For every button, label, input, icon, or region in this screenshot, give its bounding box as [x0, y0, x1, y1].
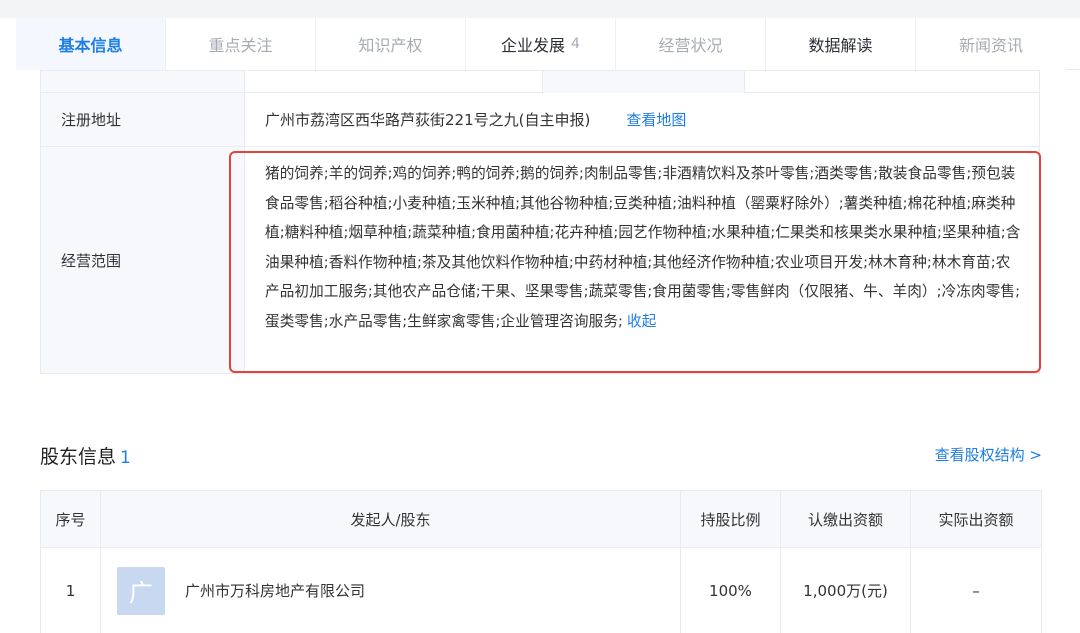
tab-key-focus[interactable]: 重点关注 [166, 18, 316, 70]
shareholder-table: 序号 发起人/股东 持股比例 认缴出资额 实际出资额 1 广 广州市万科房地产有… [40, 490, 1042, 633]
address-label: 注册地址 [41, 93, 245, 146]
tab-data-interpretation[interactable]: 数据解读 [766, 18, 916, 70]
scope-text: 猪的饲养;羊的饲养;鸡的饲养;鸭的饲养;鹅的饲养;肉制品零售;非酒精饮料及茶叶零… [265, 165, 1021, 330]
row-ratio: 100% [681, 548, 781, 633]
company-name-link[interactable]: 广州市万科房地产有限公司 [185, 580, 365, 601]
tab-intellectual-property[interactable]: 知识产权 [316, 18, 466, 70]
row-subscribed: 1,000万(元) [781, 548, 911, 633]
table-row: 1 广 广州市万科房地产有限公司 100% 1,000万(元) – [41, 548, 1041, 633]
row-shareholder: 广 广州市万科房地产有限公司 [101, 548, 681, 633]
header-subscribed: 认缴出资额 [781, 491, 911, 547]
row-paid: – [972, 581, 980, 600]
header-ratio: 持股比例 [681, 491, 781, 547]
tab-news[interactable]: 新闻资讯 [916, 18, 1066, 70]
row-index: 1 [41, 548, 101, 633]
scope-label: 经营范围 [41, 147, 245, 373]
avatar: 广 [117, 566, 165, 615]
view-map-link[interactable]: 查看地图 [626, 109, 686, 130]
equity-structure-link[interactable]: 查看股权结构 > [935, 444, 1042, 465]
info-row-address: 注册地址 广州市荔湾区西华路芦荻街221号之九(自主申报) 查看地图 [41, 92, 1039, 146]
shareholder-title: 股东信息 1 [40, 446, 131, 468]
collapse-link[interactable]: 收起 [627, 313, 656, 330]
page: 基本信息 重点关注 知识产权 企业发展 4 经营状况 数据解读 新闻资讯 注册地址… [0, 0, 1080, 633]
tab-operation-status[interactable]: 经营状况 [616, 18, 766, 70]
address-value: 广州市荔湾区西华路芦荻街221号之九(自主申报) 查看地图 [265, 109, 687, 130]
tab-development[interactable]: 企业发展 4 [466, 18, 616, 70]
info-label-cut [41, 71, 245, 92]
info-row-cut [41, 70, 1039, 93]
tab-count: 4 [571, 36, 580, 52]
header-index: 序号 [41, 491, 101, 547]
shareholder-count: 1 [120, 448, 131, 468]
header-paid: 实际出资额 [938, 510, 1014, 529]
scope-value: 猪的饲养;羊的饲养;鸡的饲养;鸭的饲养;鹅的饲养;肉制品零售;非酒精饮料及茶叶零… [245, 147, 1039, 373]
basic-info-table: 注册地址 广州市荔湾区西华路芦荻街221号之九(自主申报) 查看地图 经营范围 … [40, 70, 1040, 374]
tab-bar: 基本信息 重点关注 知识产权 企业发展 4 经营状况 数据解读 新闻资讯 [16, 18, 1080, 70]
info-row-scope: 经营范围 猪的饲养;羊的饲养;鸡的饲养;鸭的饲养;鹅的饲养;肉制品零售;非酒精饮… [41, 146, 1039, 373]
table-header: 序号 发起人/股东 持股比例 认缴出资额 实际出资额 [41, 491, 1041, 548]
top-bar [0, 0, 1080, 18]
header-shareholder: 发起人/股东 [101, 491, 681, 547]
tab-basic-info[interactable]: 基本信息 [16, 18, 166, 70]
info-value-cut [245, 70, 1039, 93]
